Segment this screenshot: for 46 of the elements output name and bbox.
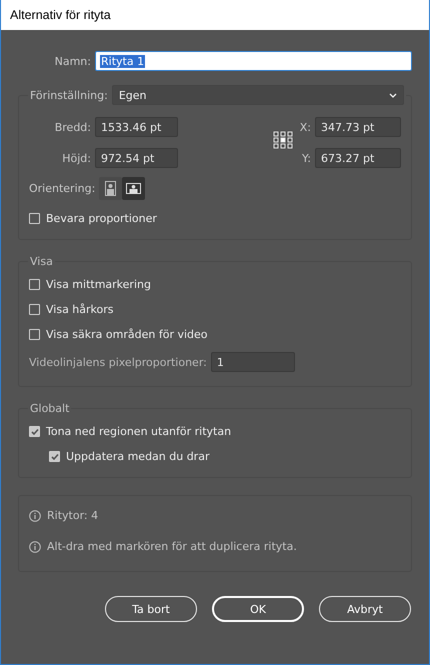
info-text: Ritytor: 4 — [47, 509, 98, 522]
checkbox[interactable] — [29, 279, 40, 290]
ratio-field[interactable]: 1 — [210, 352, 295, 372]
orientation-button[interactable] — [99, 177, 122, 200]
field-label: Höjd: — [61, 152, 91, 164]
field-label: X: — [300, 120, 311, 134]
checkbox[interactable] — [29, 213, 40, 224]
section-title: Visa — [29, 255, 54, 268]
checkbox-label: Visa säkra områden för video — [46, 328, 208, 341]
reference-point-icon[interactable] — [273, 131, 293, 149]
dialog-button[interactable]: OK — [212, 596, 304, 622]
info-icon — [29, 510, 41, 522]
width-field[interactable]: 1533.46 pt — [95, 117, 178, 137]
checkbox-label: Tona ned regionen utanför ritytan — [46, 425, 232, 438]
checkbox-label: Visa hårkors — [46, 303, 114, 316]
checkbox[interactable] — [29, 426, 40, 437]
field-label: Videolinjalens pixelproportioner: — [29, 356, 207, 368]
info-icon — [29, 540, 41, 552]
dialog-button[interactable]: Ta bort — [105, 596, 197, 622]
x-field[interactable]: 347.73 pt — [315, 117, 401, 137]
checkbox-label: Visa mittmarkering — [46, 278, 151, 291]
dialog-button[interactable]: Avbryt — [319, 596, 411, 622]
portrait-icon — [105, 181, 116, 196]
window-title: Alternativ för rityta — [1, 0, 429, 30]
y-field[interactable]: 673.27 pt — [315, 148, 401, 168]
landscape-icon — [126, 183, 142, 194]
check-mark-icon — [50, 452, 58, 460]
check-mark-icon — [30, 428, 38, 436]
chevron-down-icon — [388, 92, 397, 98]
name-field[interactable]: Rityta 1 — [95, 51, 412, 71]
field-label: Förinställning: — [30, 88, 108, 102]
field-label: Y: — [302, 152, 311, 164]
checkbox[interactable] — [29, 304, 40, 315]
field-label: Orientering: — [29, 182, 96, 195]
field-value: Rityta 1 — [100, 54, 146, 68]
height-field[interactable]: 972.54 pt — [95, 148, 178, 168]
checkbox-label: Uppdatera medan du drar — [66, 450, 210, 463]
checkbox-label: Bevara proportioner — [46, 212, 157, 225]
checkbox[interactable] — [29, 329, 40, 340]
field-label: Bredd: — [54, 120, 91, 134]
preset-dropdown[interactable]: Egen — [112, 85, 404, 105]
info-text: Alt-dra med markören för att duplicera rityta. — [47, 540, 297, 553]
field-label: Namn: — [54, 54, 91, 68]
orientation-button[interactable] — [122, 177, 146, 200]
section-title: Globalt — [29, 402, 70, 415]
checkbox[interactable] — [49, 451, 60, 462]
